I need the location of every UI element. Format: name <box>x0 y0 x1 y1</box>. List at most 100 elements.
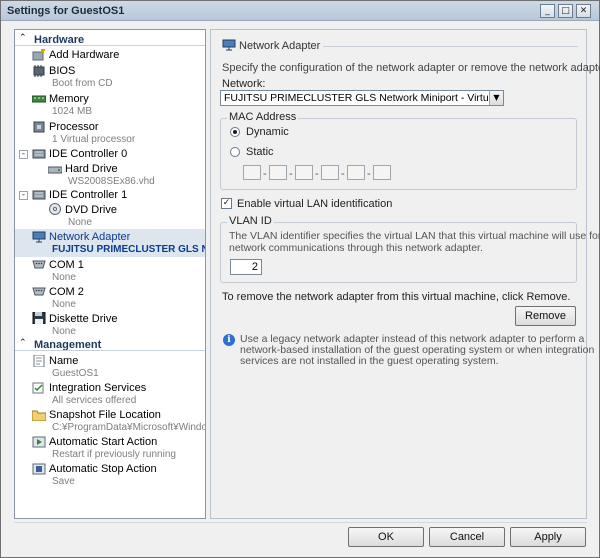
network-select-value: FUJITSU PRIMECLUSTER GLS Network Minipor… <box>224 92 503 104</box>
memory-icon <box>32 95 46 103</box>
network-label: Network: <box>222 78 266 90</box>
mac-octet-field[interactable] <box>321 165 339 180</box>
sidebar-item-label: Name <box>49 355 79 367</box>
sidebar-item-sub: All services offered <box>52 395 137 406</box>
bios-chip-icon <box>33 65 45 77</box>
sidebar-item-label: Diskette Drive <box>49 313 118 325</box>
integration-services-icon <box>32 382 44 394</box>
sidebar-item-sub: None <box>52 326 76 337</box>
collapse-icon[interactable]: ⌃ <box>19 33 27 43</box>
footer-divider <box>14 522 587 523</box>
chevron-down-icon[interactable]: ▼ <box>489 91 503 105</box>
mac-separator: - <box>367 168 371 180</box>
ide-controller-icon <box>32 190 46 200</box>
mac-octet-field[interactable] <box>373 165 391 180</box>
mac-dynamic-label: Dynamic <box>246 126 289 138</box>
mac-octet-field[interactable] <box>295 165 313 180</box>
vlan-description-line-2: network communications through this netw… <box>229 242 483 254</box>
sidebar-item-dvd-drive[interactable]: DVD Drive None <box>15 202 205 230</box>
network-select[interactable]: FUJITSU PRIMECLUSTER GLS Network Minipor… <box>220 90 504 106</box>
sidebar-item-memory[interactable]: Memory 1024 MB <box>15 91 205 119</box>
mac-separator: - <box>263 168 267 180</box>
enable-vlan-label: Enable virtual LAN identification <box>237 198 393 210</box>
section-divider <box>15 350 205 351</box>
sidebar-item-com-2[interactable]: COM 2 None <box>15 284 205 312</box>
sidebar-item-label: Hard Drive <box>65 163 118 175</box>
mac-static-radio[interactable] <box>230 147 240 157</box>
processor-icon <box>33 121 45 133</box>
sidebar-item-network-adapter[interactable]: Network Adapter FUJITSU PRIMECLUSTER GLS… <box>15 229 205 257</box>
hard-drive-icon <box>48 166 62 174</box>
sidebar-item-label: Automatic Start Action <box>49 436 158 448</box>
snapshot-folder-icon <box>32 410 46 421</box>
sidebar-item-ide-controller-0[interactable]: - IDE Controller 0 <box>15 147 205 161</box>
tree-collapse-toggle[interactable]: - <box>19 150 28 159</box>
add-hardware-icon <box>32 49 45 61</box>
sidebar-item-sub: Restart if previously running <box>52 449 176 460</box>
window-title: Settings for GuestOS1 <box>7 5 125 17</box>
minimize-button[interactable]: _ <box>540 4 555 18</box>
mac-octet-field[interactable] <box>243 165 261 180</box>
collapse-icon[interactable]: ⌃ <box>19 338 27 348</box>
title-divider <box>323 46 578 47</box>
sidebar-item-automatic-start-action[interactable]: Automatic Start Action Restart if previo… <box>15 434 205 462</box>
dvd-drive-icon <box>49 203 61 215</box>
sidebar-item-automatic-stop-action[interactable]: Automatic Stop Action Save <box>15 461 205 489</box>
mac-octet-field[interactable] <box>347 165 365 180</box>
sidebar-item-label: Add Hardware <box>49 49 120 61</box>
sidebar-item-bios[interactable]: BIOS Boot from CD <box>15 63 205 91</box>
settings-tree[interactable]: ⌃ Hardware Add Hardware BIOS Boot from C… <box>14 29 206 519</box>
mac-separator: - <box>315 168 319 180</box>
sidebar-item-processor[interactable]: Processor 1 Virtual processor <box>15 119 205 147</box>
mac-address-group-label: MAC Address <box>227 111 299 123</box>
mac-dynamic-radio[interactable] <box>230 127 240 137</box>
mac-octet-field[interactable] <box>269 165 287 180</box>
sidebar-item-label: IDE Controller 1 <box>49 189 128 201</box>
apply-button[interactable]: Apply <box>510 527 586 547</box>
settings-window: Settings for GuestOS1 _ □ ✕ ⌃ Hardware A… <box>0 0 600 558</box>
sidebar-item-diskette-drive[interactable]: Diskette Drive None <box>15 311 205 339</box>
sidebar-item-hard-drive[interactable]: Hard Drive WS2008SEx86.vhd <box>15 161 205 189</box>
enable-vlan-checkbox[interactable]: ✓ <box>221 198 232 209</box>
sidebar-item-add-hardware[interactable]: Add Hardware <box>15 48 205 62</box>
diskette-icon <box>32 312 46 324</box>
sidebar-item-label: DVD Drive <box>65 204 117 216</box>
panel-description: Specify the configuration of the network… <box>222 62 600 74</box>
title-bar[interactable]: Settings for GuestOS1 _ □ ✕ <box>1 1 599 21</box>
sidebar-item-sub: None <box>52 299 76 310</box>
network-adapter-panel: Network Adapter Specify the configuratio… <box>210 29 600 519</box>
legacy-info-line-3: services are not installed in the guest … <box>240 355 499 367</box>
remove-button[interactable]: Remove <box>515 306 576 326</box>
section-divider <box>15 45 205 46</box>
sidebar-item-sub: WS2008SEx86.vhd <box>68 176 155 187</box>
sidebar-item-name[interactable]: Name GuestOS1 <box>15 353 205 381</box>
sidebar-item-label: IDE Controller 0 <box>49 148 128 160</box>
mac-separator: - <box>289 168 293 180</box>
sidebar-item-label: Memory <box>49 93 89 105</box>
network-adapter-icon <box>32 231 46 243</box>
vlan-id-group-label: VLAN ID <box>227 215 274 227</box>
sidebar-item-label: Automatic Stop Action <box>49 463 157 475</box>
close-button[interactable]: ✕ <box>576 4 591 18</box>
network-adapter-icon <box>222 39 236 51</box>
cancel-button[interactable]: Cancel <box>429 527 505 547</box>
sidebar-item-ide-controller-1[interactable]: - IDE Controller 1 <box>15 188 205 202</box>
sidebar-item-sub: None <box>52 272 76 283</box>
sidebar-item-sub: Save <box>52 476 75 487</box>
stop-action-icon <box>32 463 46 475</box>
sidebar-item-snapshot-file-location[interactable]: Snapshot File Location C:¥ProgramData¥Mi… <box>15 407 205 435</box>
sidebar-item-sub: 1 Virtual processor <box>52 134 136 145</box>
sidebar-item-com-1[interactable]: COM 1 None <box>15 257 205 285</box>
com-port-icon <box>32 287 46 296</box>
sidebar-item-label: Snapshot File Location <box>49 409 161 421</box>
vlan-id-input[interactable]: 2 <box>230 259 262 275</box>
panel-title: Network Adapter <box>239 40 321 52</box>
tree-collapse-toggle[interactable]: - <box>19 191 28 200</box>
maximize-button[interactable]: □ <box>558 4 573 18</box>
mac-static-label: Static <box>246 146 274 158</box>
remove-hint: To remove the network adapter from this … <box>222 291 571 303</box>
sidebar-item-integration-services[interactable]: Integration Services All services offere… <box>15 380 205 408</box>
info-icon: i <box>223 334 235 346</box>
ok-button[interactable]: OK <box>348 527 424 547</box>
sidebar-item-label: BIOS <box>49 65 76 77</box>
